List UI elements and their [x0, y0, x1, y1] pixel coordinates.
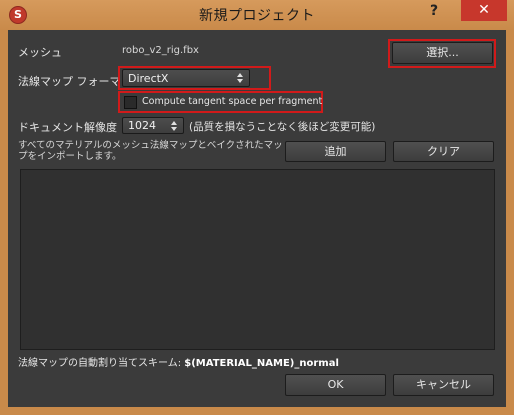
- cancel-button[interactable]: キャンセル: [393, 374, 494, 396]
- close-button[interactable]: ✕: [461, 0, 507, 21]
- auto-assign-scheme-value: $(MATERIAL_NAME)_normal: [184, 358, 339, 369]
- document-resolution-select[interactable]: 1024: [122, 117, 184, 134]
- help-button[interactable]: ?: [420, 0, 448, 22]
- clear-button[interactable]: クリア: [393, 141, 494, 162]
- document-resolution-label: ドキュメント解像度: [18, 121, 117, 134]
- compute-tangent-label: Compute tangent space per fragment: [142, 96, 323, 107]
- normal-map-format-select[interactable]: DirectX: [122, 69, 250, 87]
- material-import-description: すべてのマテリアルのメッシュ法線マップとベイクされたマップをインポートします。: [18, 140, 283, 162]
- title-bar[interactable]: S 新規プロジェクト ? ✕: [0, 0, 514, 30]
- dialog-body: メッシュ robo_v2_rig.fbx 選択... 法線マップ フォーマット …: [8, 30, 506, 407]
- updown-arrow-icon: [237, 73, 243, 83]
- updown-arrow-icon: [171, 121, 177, 131]
- material-map-list[interactable]: [20, 169, 495, 350]
- auto-assign-label: 法線マップの自動割り当てスキーム:: [18, 358, 182, 369]
- document-resolution-note: (品質を損なうことなく後ほど変更可能): [189, 121, 376, 133]
- ok-button[interactable]: OK: [285, 374, 386, 396]
- normal-map-format-value: DirectX: [128, 72, 169, 85]
- document-resolution-value: 1024: [128, 119, 156, 132]
- new-project-dialog: S 新規プロジェクト ? ✕ メッシュ robo_v2_rig.fbx 選択..…: [0, 0, 514, 415]
- select-mesh-button[interactable]: 選択...: [392, 42, 493, 64]
- mesh-label: メッシュ: [18, 46, 62, 59]
- compute-tangent-checkbox[interactable]: [124, 96, 137, 109]
- add-button[interactable]: 追加: [285, 141, 386, 162]
- auto-assign-scheme: 法線マップの自動割り当てスキーム: $(MATERIAL_NAME)_norma…: [18, 354, 339, 369]
- mesh-filename: robo_v2_rig.fbx: [122, 45, 199, 56]
